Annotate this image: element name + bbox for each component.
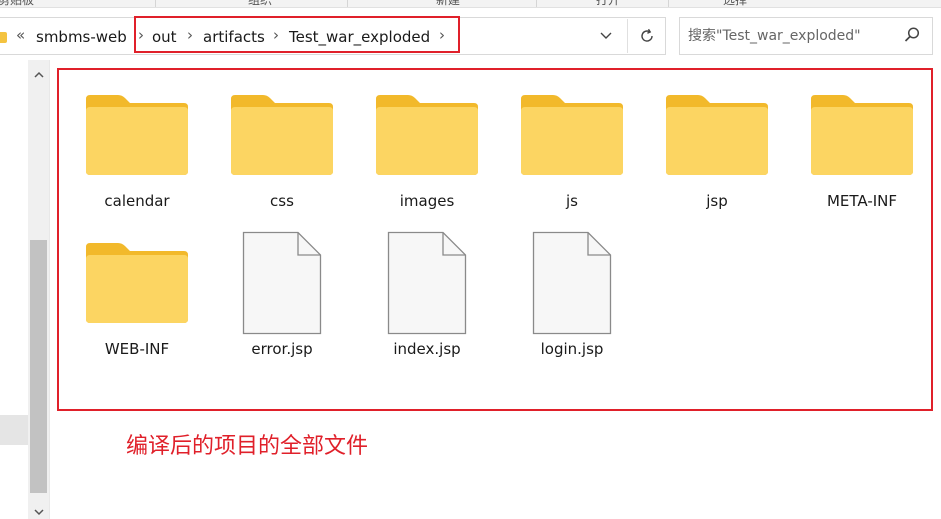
ribbon-separator — [347, 0, 348, 7]
divider — [627, 19, 628, 53]
scroll-down-button[interactable] — [28, 506, 49, 519]
breadcrumb-overflow-button[interactable]: « — [16, 26, 25, 44]
ribbon-group-select: 选择 — [723, 0, 748, 7]
nav-selected-item[interactable] — [0, 415, 28, 445]
ribbon-group-clipboard: 剪贴板 — [0, 0, 35, 7]
ribbon-group-new: 新建 — [436, 0, 461, 7]
address-history-dropdown-button[interactable] — [594, 24, 618, 48]
refresh-button[interactable] — [632, 22, 662, 50]
annotation-content-highlight — [57, 68, 933, 411]
search-input[interactable] — [688, 27, 898, 45]
ribbon-separator — [536, 0, 537, 7]
ribbon-separator — [155, 0, 156, 7]
scroll-thumb[interactable] — [30, 240, 47, 493]
folder-icon — [0, 32, 7, 43]
search-box[interactable] — [679, 17, 933, 55]
search-icon[interactable] — [903, 26, 921, 44]
breadcrumb-smbms-web[interactable]: smbms-web — [36, 28, 127, 46]
scroll-up-button[interactable] — [28, 64, 49, 84]
ribbon-group-open: 打开 — [596, 0, 621, 7]
chevron-down-icon — [600, 32, 612, 39]
ribbon-separator — [668, 0, 669, 7]
annotation-path-highlight — [134, 16, 460, 53]
annotation-caption: 编译后的项目的全部文件 — [126, 434, 369, 459]
chevron-up-icon — [33, 71, 44, 78]
ribbon-group-organize: 组织 — [248, 0, 273, 7]
chevron-down-icon — [33, 509, 44, 516]
navigation-pane — [0, 60, 50, 519]
pane-divider — [49, 60, 50, 519]
refresh-icon — [641, 28, 653, 42]
nav-scrollbar[interactable] — [28, 60, 49, 519]
ribbon-strip: 剪贴板 组织 新建 打开 选择 — [0, 0, 941, 8]
